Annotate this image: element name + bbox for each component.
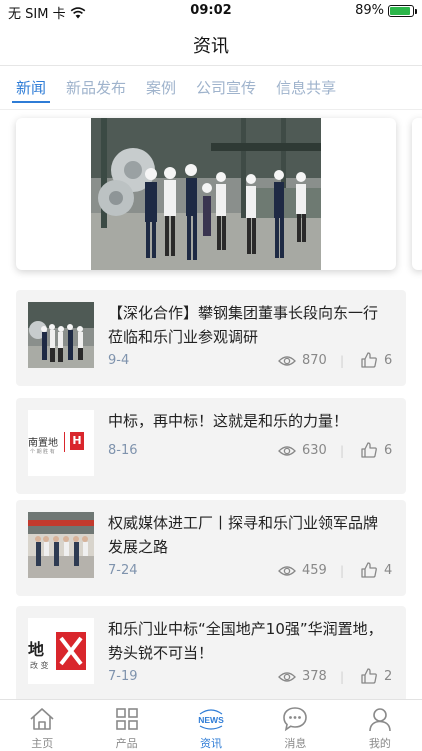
stat-divider: | [340, 354, 345, 368]
news-thumbnail: 地 改 变 [28, 618, 94, 684]
battery-fill [390, 6, 410, 15]
view-count: 378 [278, 669, 327, 684]
banner-next-peek[interactable] [412, 118, 422, 270]
stat-divider: | [340, 670, 345, 684]
news-item[interactable]: 南置地 个 期 胜 有 H 中标，再中标！这就是和乐的力量！ 8-16 630 … [16, 398, 406, 494]
like-button[interactable]: 2 [360, 667, 392, 685]
category-tabs: 新闻 新品发布 案例 公司宣传 信息共享 [0, 66, 422, 110]
thumbnail-logo-mark [56, 632, 86, 670]
tab-company-promo[interactable]: 公司宣传 [186, 66, 266, 109]
news-item[interactable]: 地 改 变 和乐门业中标“全国地产10强”华润置地，势头锐不可当！ 7-19 3… [16, 606, 406, 702]
thumbnail-logo: 南置地 个 期 胜 有 H [28, 410, 94, 476]
home-icon [30, 708, 54, 730]
news-date: 7-19 [108, 669, 138, 684]
view-count-value: 378 [302, 669, 327, 684]
tab-news[interactable]: 新闻 [0, 66, 56, 109]
tabbar-news-label: 资讯 [200, 737, 223, 750]
stat-divider: | [340, 444, 345, 458]
thumbnail-logo-text: 地 [28, 640, 45, 659]
stat-divider: | [340, 564, 345, 578]
news-date: 8-16 [108, 443, 138, 458]
thumbnail-logo-text: 南置地 [28, 438, 58, 449]
like-count: 6 [384, 442, 393, 458]
thumbnail-logo-divider [64, 432, 65, 452]
thumbnail-photo [28, 512, 94, 578]
tab-new-products[interactable]: 新品发布 [56, 66, 136, 109]
tabbar-news[interactable]: NEWS 资讯 [169, 700, 253, 750]
thumbnail-logo-mark: H [70, 432, 84, 450]
like-button[interactable]: 6 [360, 351, 392, 369]
view-count-value: 459 [302, 563, 327, 578]
view-count: 459 [278, 563, 327, 578]
news-icon-text: NEWS [198, 715, 224, 725]
news-title: 和乐门业中标“全国地产10强”华润置地，势头锐不可当！ [108, 620, 383, 662]
news-title: 权威媒体进工厂丨探寻和乐门业领军品牌发展之路 [108, 514, 379, 556]
status-right: 89% [355, 3, 417, 18]
news-thumbnail [28, 302, 94, 368]
banner-card[interactable] [16, 118, 396, 270]
news-date: 7-24 [108, 563, 138, 578]
tabbar-products-label: 产品 [115, 737, 138, 750]
logo-mark-glyph [59, 636, 83, 666]
like-button[interactable]: 4 [360, 561, 392, 579]
chat-bubble-icon [283, 707, 308, 732]
view-count-value: 630 [302, 443, 327, 458]
thumbnail-logo-subtext: 个 期 胜 有 [30, 449, 55, 455]
tabbar-home-label: 主页 [31, 737, 54, 750]
tab-info-sharing[interactable]: 信息共享 [266, 66, 346, 109]
thumbnail-photo [28, 302, 94, 368]
news-thumbnail [28, 512, 94, 578]
thumbs-up-icon [361, 668, 377, 684]
news-item[interactable]: 权威媒体进工厂丨探寻和乐门业领军品牌发展之路 7-24 459 | 4 [16, 500, 406, 596]
tabbar-products[interactable]: 产品 [84, 700, 168, 750]
tabbar-home[interactable]: 主页 [0, 700, 84, 750]
news-thumbnail: 南置地 个 期 胜 有 H [28, 410, 94, 476]
tabbar-messages[interactable]: 消息 [253, 700, 337, 750]
battery-percent: 89% [355, 3, 384, 18]
banner-photo [91, 118, 321, 270]
like-count: 4 [384, 562, 393, 578]
news-date: 9-4 [108, 353, 130, 368]
grid-icon [115, 708, 138, 730]
like-button[interactable]: 6 [360, 441, 392, 459]
thumbs-up-icon [361, 442, 377, 458]
like-count: 2 [384, 668, 393, 684]
eye-icon [278, 671, 296, 682]
eye-icon [278, 565, 296, 576]
user-icon [369, 708, 391, 732]
tabbar-messages-label: 消息 [284, 737, 307, 750]
battery-icon [388, 4, 417, 17]
bottom-tab-bar: 主页 产品 NEWS 资讯 消息 我的 [0, 699, 422, 750]
thumbs-up-icon [361, 562, 377, 578]
eye-icon [278, 445, 296, 456]
nav-bar: 资讯 [0, 22, 422, 66]
news-title: 中标，再中标！这就是和乐的力量！ [108, 412, 349, 430]
thumbnail-logo: 地 改 变 [28, 618, 94, 684]
news-icon: NEWS [198, 709, 224, 730]
view-count: 870 [278, 353, 327, 368]
view-count: 630 [278, 443, 327, 458]
tab-cases[interactable]: 案例 [136, 66, 186, 109]
news-title: 【深化合作】攀钢集团董事长段向东一行莅临和乐门业参观调研 [108, 304, 379, 346]
view-count-value: 870 [302, 353, 327, 368]
tabbar-profile-label: 我的 [368, 737, 391, 750]
thumbnail-logo-subtext: 改 变 [30, 661, 49, 670]
page-title: 资讯 [193, 36, 229, 57]
news-item[interactable]: 【深化合作】攀钢集团董事长段向东一行莅临和乐门业参观调研 9-4 870 | 6 [16, 290, 406, 386]
thumbnail-logo-mark-text: H [72, 434, 82, 447]
like-count: 6 [384, 352, 393, 368]
thumbs-up-icon [361, 352, 377, 368]
eye-icon [278, 355, 296, 366]
tabbar-profile[interactable]: 我的 [338, 700, 422, 750]
status-bar: 无 SIM 卡 09:02 89% [0, 0, 422, 22]
